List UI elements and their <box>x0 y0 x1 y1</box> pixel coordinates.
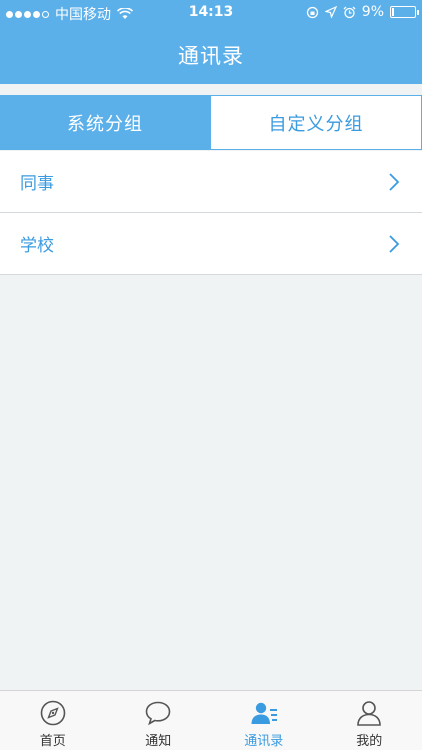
location-arrow-icon <box>324 6 337 18</box>
battery-percent: 9% <box>361 4 384 20</box>
list-item-label: 同事 <box>20 174 54 194</box>
page-title: 通讯录 <box>178 44 244 68</box>
group-segmented-control: 系统分组 自定义分组 <box>0 95 422 150</box>
tab-contacts[interactable]: 通讯录 <box>211 691 317 750</box>
chevron-right-icon <box>389 235 400 253</box>
status-right: 9% <box>306 4 419 20</box>
status-bar: 中国移动 14:13 9% <box>0 0 422 26</box>
tab-home[interactable]: 首页 <box>0 691 106 750</box>
chat-bubble-icon <box>145 701 171 726</box>
battery-fill <box>392 8 394 16</box>
tab-notifications[interactable]: 通知 <box>106 691 212 750</box>
rotation-lock-icon <box>306 6 318 18</box>
chevron-right-icon <box>389 173 400 191</box>
list-item-colleagues[interactable]: 同事 <box>0 151 422 213</box>
list-item-school[interactable]: 学校 <box>0 213 422 275</box>
tab-custom-groups-label: 自定义分组 <box>268 113 364 135</box>
list-item-label: 学校 <box>20 236 54 256</box>
tab-contacts-label: 通讯录 <box>244 734 284 749</box>
tab-system-groups[interactable]: 系统分组 <box>0 95 210 150</box>
tab-mine[interactable]: 我的 <box>317 691 422 750</box>
alarm-icon <box>343 6 356 18</box>
person-icon <box>357 701 382 726</box>
tab-mine-label: 我的 <box>356 734 383 749</box>
battery-icon <box>390 6 419 18</box>
compass-icon <box>40 700 66 726</box>
tab-home-label: 首页 <box>39 734 66 749</box>
tab-custom-groups[interactable]: 自定义分组 <box>210 95 422 150</box>
tab-notifications-label: 通知 <box>145 734 172 749</box>
top-header: 中国移动 14:13 9% 通讯录 <box>0 0 422 84</box>
contacts-icon <box>251 702 277 724</box>
group-list: 同事 学校 <box>0 151 422 275</box>
bottom-tab-bar: 首页 通知 通讯录 我的 <box>0 690 422 750</box>
tab-system-groups-label: 系统分组 <box>67 113 143 135</box>
